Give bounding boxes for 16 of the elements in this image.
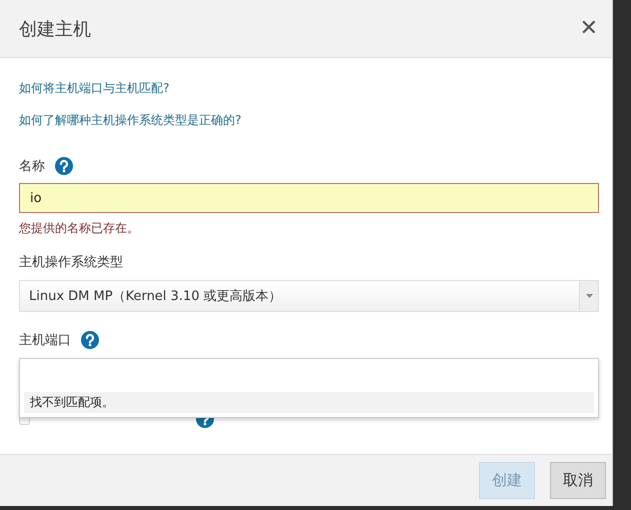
help-icon[interactable]: [81, 331, 99, 349]
help-link[interactable]: 如何将主机端口与主机匹配?: [19, 80, 170, 97]
name-input-field[interactable]: io: [19, 183, 599, 213]
dialog-title: 创建主机: [19, 18, 91, 40]
help-icon[interactable]: [55, 157, 73, 175]
dropdown-option[interactable]: 找不到匹配项。: [24, 392, 594, 413]
host-ports-dropdown-menu[interactable]: 找不到匹配项。: [19, 358, 599, 418]
close-button[interactable]: ✕: [580, 16, 598, 41]
field-label: 主机操作系统类型: [19, 254, 123, 271]
caret-icon: [586, 294, 592, 298]
field-label: 名称: [19, 158, 45, 175]
help-link[interactable]: 如何了解哪种主机操作系统类型是正确的?: [19, 112, 242, 129]
error-message: 您提供的名称已存在。: [19, 220, 139, 237]
field-label: 主机端口: [19, 332, 71, 349]
cancel-button[interactable]: 取消: [550, 462, 606, 499]
os-type-dropdown[interactable]: Linux DM MP（Kernel 3.10 或更高版本）: [19, 280, 599, 312]
